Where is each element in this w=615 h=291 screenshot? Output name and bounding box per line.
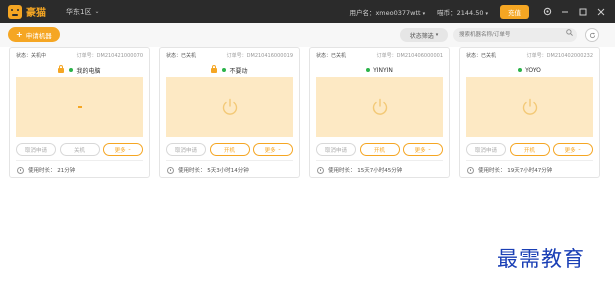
shutdown-button[interactable]: 关机	[59, 143, 100, 156]
more-button[interactable]: 更多 ⌄	[253, 143, 293, 156]
chevron-down-icon: ⌄	[127, 147, 132, 152]
username-display[interactable]: 用户名：xmeo0377wtt ▾	[349, 7, 425, 17]
settings-icon[interactable]	[539, 0, 555, 23]
username-label: 用户名：	[349, 8, 376, 17]
plus-icon: +	[16, 30, 23, 39]
search-icon[interactable]	[566, 29, 573, 38]
status-filter-label: 状态筛选	[409, 32, 434, 40]
chevron-down-icon: ▾	[422, 10, 426, 17]
power-icon	[222, 98, 237, 115]
machine-name: YINYIN	[373, 66, 393, 74]
divider	[316, 160, 443, 161]
cancel-application-button[interactable]: 取消申请	[166, 143, 206, 156]
machine-status: 状态：关机中	[16, 53, 47, 59]
machine-status: 状态：已关机	[166, 53, 197, 59]
more-button[interactable]: 更多 ⌄	[403, 143, 443, 156]
refresh-icon	[589, 32, 595, 38]
app-name: 豪猫	[26, 8, 46, 19]
order-number: 订单号：DM210402000232	[526, 53, 593, 59]
clock-icon	[17, 166, 24, 174]
machine-name: 我的电脑	[76, 67, 101, 75]
region-label: 华东1区	[66, 7, 92, 16]
username-value: xmeo0377wtt	[375, 8, 421, 17]
more-label: 更多	[264, 147, 276, 154]
chevron-down-icon: ▾	[435, 32, 439, 38]
add-machine-button[interactable]: + 申请机器	[8, 27, 60, 42]
title-bar: 豪猫 华东1区 ⌄ 用户名：xmeo0377wtt ▾ 喵币：2144.50 ▾ 充…	[0, 0, 615, 23]
maximize-icon[interactable]	[575, 0, 591, 23]
balance-display: 喵币：2144.50 ▾	[437, 7, 488, 17]
power-on-button[interactable]: 开机	[509, 143, 550, 156]
watermark: 最需教育	[497, 247, 585, 271]
more-button[interactable]: 更多 ⌄	[553, 143, 593, 156]
balance-label: 喵币：	[437, 8, 457, 17]
status-dot	[366, 68, 371, 72]
power-icon	[372, 98, 387, 115]
machine-card[interactable]: 状态：已关机 订单号：DM210416000019 不要动 取消申请 开机 更多…	[159, 47, 300, 178]
recharge-button[interactable]: 充值	[500, 4, 529, 19]
machine-status: 状态：已关机	[316, 53, 347, 59]
cancel-application-button[interactable]: 取消申请	[316, 143, 356, 156]
machine-status: 状态：已关机	[466, 53, 497, 59]
clock-icon	[317, 166, 324, 174]
status-dot	[69, 68, 74, 72]
usage-duration: 使用时长： 15天7小时45分钟	[328, 168, 403, 174]
usage-duration: 使用时长： 19天7小时47分钟	[478, 168, 553, 174]
more-label: 更多	[564, 147, 576, 154]
machine-screen-preview[interactable]	[316, 77, 443, 137]
chevron-down-icon: ⌄	[577, 147, 582, 152]
divider	[466, 160, 593, 161]
divider	[16, 160, 143, 161]
more-label: 更多	[414, 147, 426, 154]
usage-duration: 使用时长： 5天3小时14分钟	[178, 168, 249, 174]
cursor-icon	[77, 106, 82, 108]
minimize-icon[interactable]	[557, 0, 573, 23]
power-on-button[interactable]: 开机	[359, 143, 400, 156]
search-input[interactable]	[453, 28, 577, 42]
order-number: 订单号：DM210421000070	[76, 53, 143, 59]
close-icon[interactable]	[593, 0, 609, 23]
clock-icon	[167, 166, 174, 174]
clock-icon	[467, 166, 474, 174]
status-dot	[518, 68, 523, 72]
chevron-down-icon: ▾	[485, 10, 488, 17]
power-on-button[interactable]: 开机	[209, 143, 250, 156]
machine-card[interactable]: 状态：已关机 订单号：DM210402000232 YOYO 取消申请 开机 更…	[459, 47, 600, 178]
machine-screen-preview[interactable]	[166, 77, 293, 137]
cancel-application-button[interactable]: 取消申请	[16, 143, 56, 156]
chevron-down-icon: ⌄	[94, 8, 100, 15]
add-machine-label: 申请机器	[25, 31, 52, 40]
divider	[166, 160, 293, 161]
lock-icon	[211, 64, 218, 73]
order-number: 订单号：DM210416000019	[226, 53, 293, 59]
region-selector[interactable]: 华东1区 ⌄	[66, 7, 100, 17]
toolbar: + 申请机器 状态筛选 ▾	[0, 23, 615, 47]
order-number: 订单号：DM210406000001	[376, 53, 443, 59]
usage-duration: 使用时长： 21分钟	[28, 168, 76, 174]
machine-screen-preview[interactable]	[16, 77, 143, 137]
machine-card[interactable]: 状态：关机中 订单号：DM210421000070 我的电脑 取消申请 关机 更…	[9, 47, 150, 178]
chevron-down-icon: ⌄	[427, 147, 432, 152]
status-filter-dropdown[interactable]: 状态筛选 ▾	[400, 28, 448, 42]
app-logo: 豪猫	[8, 4, 46, 19]
more-button[interactable]: 更多 ⌄	[103, 143, 143, 156]
machine-name: YOYO	[525, 66, 541, 74]
machine-screen-preview[interactable]	[466, 77, 593, 137]
more-label: 更多	[114, 147, 126, 154]
lock-icon	[58, 64, 65, 73]
status-dot	[222, 68, 227, 72]
refresh-button[interactable]	[585, 28, 599, 42]
cancel-application-button[interactable]: 取消申请	[466, 143, 506, 156]
machine-name: 不要动	[229, 67, 248, 75]
chevron-down-icon: ⌄	[277, 147, 282, 152]
machine-card[interactable]: 状态：已关机 订单号：DM210406000001 YINYIN 取消申请 开机…	[309, 47, 450, 178]
balance-value: 2144.50	[456, 8, 484, 17]
power-icon	[522, 98, 537, 115]
cat-logo-icon	[8, 4, 22, 19]
